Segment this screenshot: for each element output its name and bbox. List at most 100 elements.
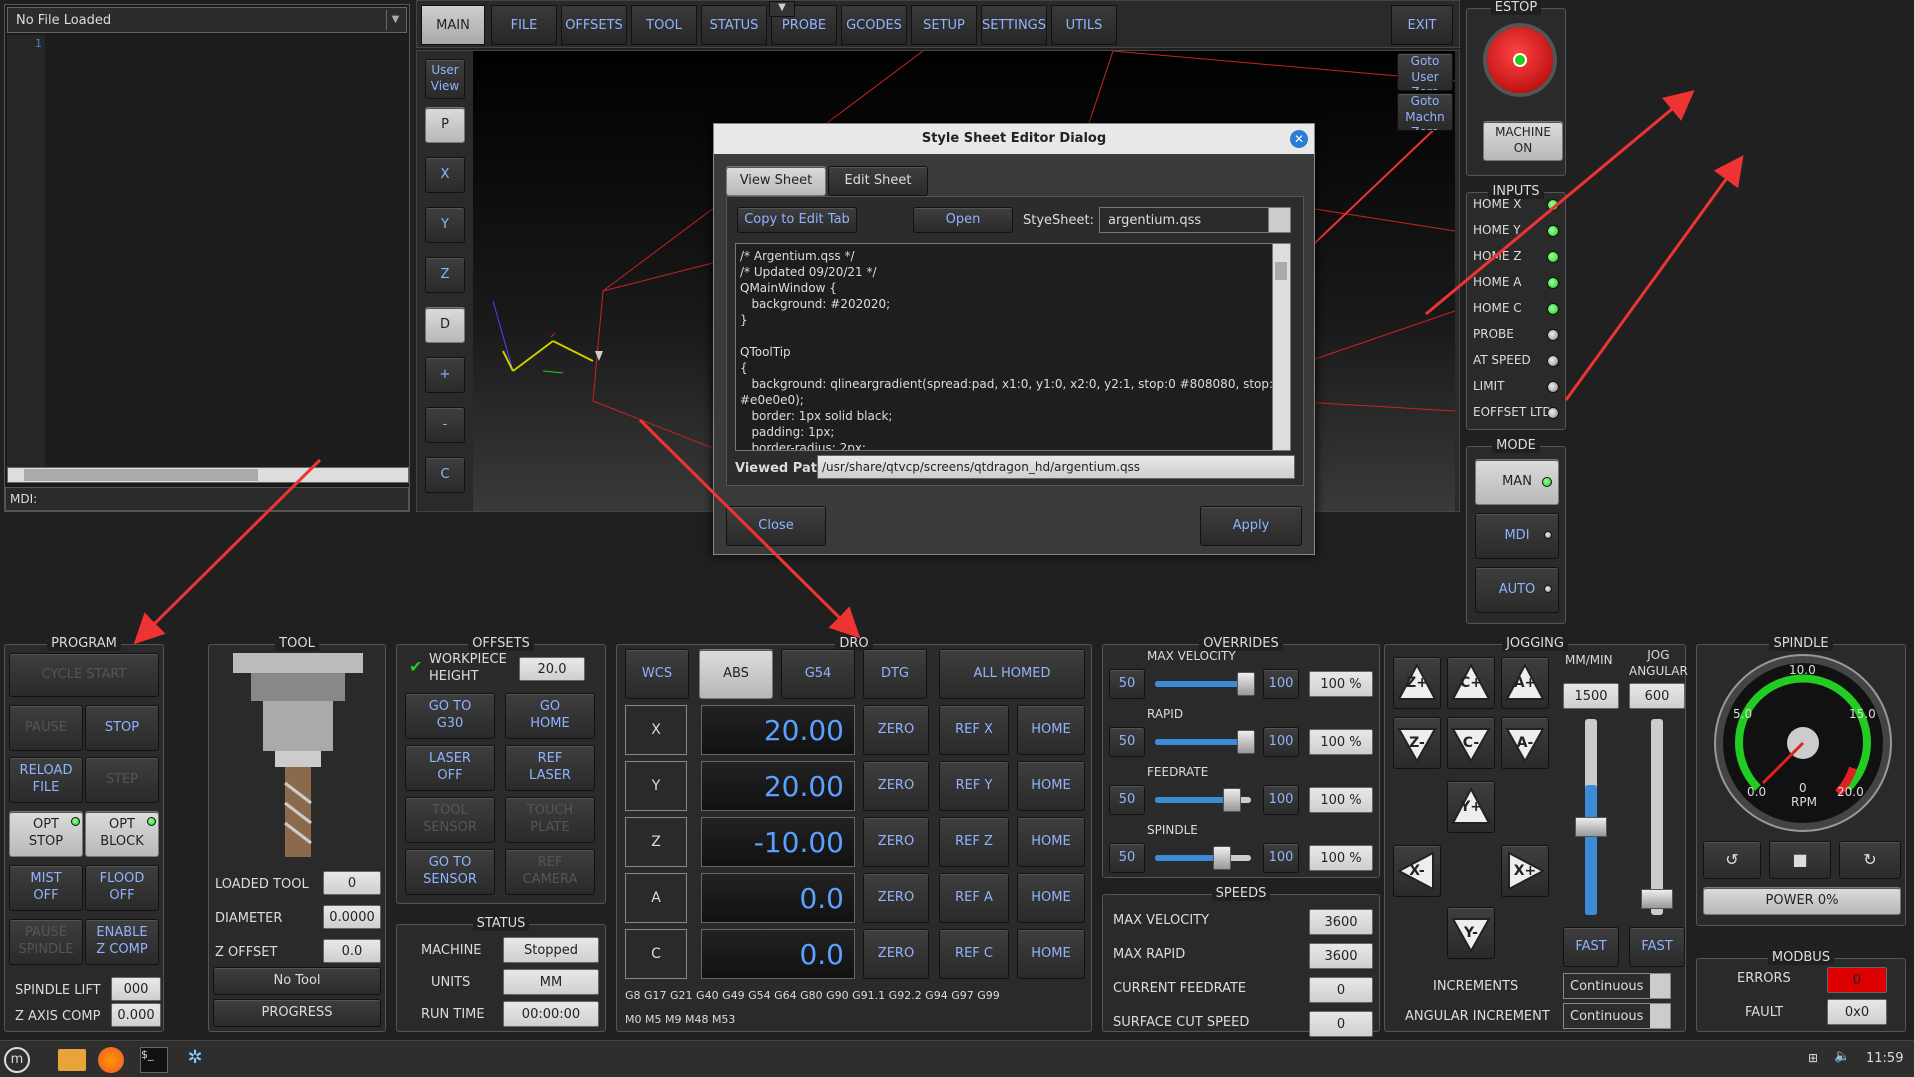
spindle-cw-button[interactable]: ↻ — [1839, 841, 1901, 879]
view-x-button[interactable]: X — [425, 157, 465, 193]
view-y-button[interactable]: Y — [425, 207, 465, 243]
chevron-down-icon[interactable]: ▼ — [386, 10, 404, 30]
override-slider[interactable] — [1155, 730, 1256, 754]
chevron-down-icon[interactable] — [1268, 208, 1290, 232]
jog-cplus-button[interactable]: C+ — [1447, 657, 1495, 709]
chevron-down-icon[interactable]: ▼ — [769, 1, 795, 17]
zero-button[interactable]: ZERO — [863, 929, 929, 979]
jog-aminus-button[interactable]: A- — [1501, 717, 1549, 769]
apply-button[interactable]: Apply — [1200, 506, 1302, 546]
ref-button[interactable]: REF Z — [939, 817, 1009, 867]
goto-g30-button[interactable]: GO TO G30 — [405, 693, 495, 739]
override-slider[interactable] — [1155, 788, 1251, 812]
step-button[interactable]: STEP — [85, 757, 159, 803]
mdi-field[interactable]: MDI: — [5, 487, 409, 511]
zero-button[interactable]: ZERO — [863, 873, 929, 923]
zoom-out-button[interactable]: - — [425, 407, 465, 443]
viewed-path-field[interactable]: /usr/share/qtvcp/screens/qtdragon_hd/arg… — [817, 455, 1295, 479]
override-slider[interactable] — [1155, 846, 1251, 870]
ref-button[interactable]: REF C — [939, 929, 1009, 979]
tab-settings[interactable]: SETTINGS — [981, 5, 1047, 45]
view-z-button[interactable]: Z — [425, 257, 465, 293]
spindle-lift-field[interactable]: 000 — [111, 977, 161, 1001]
home-button[interactable]: HOME — [1017, 705, 1085, 755]
spindle-stop-button[interactable]: ■ — [1769, 841, 1831, 879]
mm-min-field[interactable]: 1500 — [1563, 683, 1619, 709]
folder-icon[interactable] — [58, 1049, 86, 1071]
workpiece-height-field[interactable]: 20.0 — [519, 657, 585, 681]
close-button[interactable]: Close — [726, 506, 826, 546]
menu-icon[interactable]: m — [4, 1047, 30, 1073]
stop-button[interactable]: STOP — [85, 705, 159, 751]
override-max-button[interactable]: 100 — [1263, 785, 1299, 815]
user-view-button[interactable]: User View — [425, 59, 465, 99]
volume-icon[interactable]: 🔈 — [1834, 1049, 1852, 1067]
tool-sensor-button[interactable]: TOOL SENSOR — [405, 797, 495, 843]
tab-setup[interactable]: SETUP — [911, 5, 977, 45]
tab-gcodes[interactable]: GCODES — [841, 5, 907, 45]
linuxcnc-icon[interactable]: ✲ — [182, 1047, 208, 1073]
fast-linear-button[interactable]: FAST — [1563, 927, 1619, 967]
home-button[interactable]: HOME — [1017, 873, 1085, 923]
spindle-ccw-button[interactable]: ↺ — [1703, 841, 1761, 879]
home-button[interactable]: HOME — [1017, 817, 1085, 867]
override-min-button[interactable]: 50 — [1109, 669, 1145, 699]
touch-plate-button[interactable]: TOUCH PLATE — [505, 797, 595, 843]
laser-off-button[interactable]: LASER OFF — [405, 745, 495, 791]
goto-user-zero-button[interactable]: Goto User Zero — [1397, 53, 1453, 91]
abs-button[interactable]: ABS — [699, 649, 773, 699]
cycle-start-button[interactable]: CYCLE START — [9, 653, 159, 697]
ref-button[interactable]: REF A — [939, 873, 1009, 923]
jog-aplus-button[interactable]: A+ — [1501, 657, 1549, 709]
no-tool-button[interactable]: No Tool — [213, 967, 381, 995]
angular-jog-slider[interactable] — [1641, 719, 1673, 915]
jog-zplus-button[interactable]: Z+ — [1393, 657, 1441, 709]
enable-zcomp-button[interactable]: ENABLE Z COMP — [85, 919, 159, 965]
tab-view-sheet[interactable]: View Sheet — [726, 166, 826, 196]
override-slider[interactable] — [1155, 672, 1256, 696]
tab-utils[interactable]: UTILS — [1051, 5, 1117, 45]
ref-laser-button[interactable]: REF LASER — [505, 745, 595, 791]
flood-button[interactable]: FLOOD OFF — [85, 865, 159, 911]
dtg-button[interactable]: DTG — [863, 649, 927, 699]
zero-button[interactable]: ZERO — [863, 761, 929, 811]
machine-on-button[interactable]: MACHINE ON — [1483, 121, 1563, 161]
override-min-button[interactable]: 50 — [1109, 843, 1145, 873]
zaxis-comp-field[interactable]: 0.000 — [111, 1003, 161, 1027]
copy-to-edit-button[interactable]: Copy to Edit Tab — [737, 207, 857, 233]
chevron-down-icon[interactable] — [1650, 974, 1670, 998]
view-p-button[interactable]: P — [425, 107, 465, 143]
tab-offsets[interactable]: OFFSETS — [561, 5, 627, 45]
file-combobox[interactable]: No File Loaded ▼ — [7, 7, 407, 33]
vertical-scrollbar[interactable] — [1272, 244, 1290, 450]
network-icon[interactable]: ⊞ — [1808, 1051, 1826, 1067]
mode-man-button[interactable]: MAN — [1475, 459, 1559, 505]
exit-button[interactable]: EXIT — [1391, 5, 1453, 45]
clear-view-button[interactable]: C — [425, 457, 465, 493]
override-max-button[interactable]: 100 — [1263, 727, 1299, 757]
goto-sensor-button[interactable]: GO TO SENSOR — [405, 849, 495, 895]
fast-angular-button[interactable]: FAST — [1629, 927, 1685, 967]
all-homed-button[interactable]: ALL HOMED — [939, 649, 1085, 699]
tab-status[interactable]: STATUS — [701, 5, 767, 45]
jog-cminus-button[interactable]: C- — [1447, 717, 1495, 769]
terminal-icon[interactable]: $_ — [140, 1047, 168, 1073]
linear-jog-slider[interactable] — [1575, 719, 1607, 915]
tab-file[interactable]: FILE — [491, 5, 557, 45]
mode-mdi-button[interactable]: MDI — [1475, 513, 1559, 559]
tab-edit-sheet[interactable]: Edit Sheet — [828, 166, 928, 196]
reload-file-button[interactable]: RELOAD FILE — [9, 757, 83, 803]
home-button[interactable]: HOME — [1017, 929, 1085, 979]
angular-increment-combobox[interactable]: Continuous — [1563, 1003, 1671, 1029]
g54-button[interactable]: G54 — [781, 649, 855, 699]
mist-button[interactable]: MIST OFF — [9, 865, 83, 911]
editor-text-area[interactable] — [45, 35, 409, 467]
jog-xminus-button[interactable]: X- — [1393, 845, 1441, 897]
view-d-button[interactable]: D — [425, 307, 465, 343]
code-view[interactable]: /* Argentium.qss */ /* Updated 09/20/21 *… — [735, 243, 1291, 451]
zoom-in-button[interactable]: + — [425, 357, 465, 393]
stylesheet-combobox[interactable]: argentium.qss — [1099, 207, 1291, 233]
firefox-icon[interactable] — [98, 1047, 124, 1073]
close-icon[interactable]: ✕ — [1290, 130, 1308, 148]
override-min-button[interactable]: 50 — [1109, 727, 1145, 757]
